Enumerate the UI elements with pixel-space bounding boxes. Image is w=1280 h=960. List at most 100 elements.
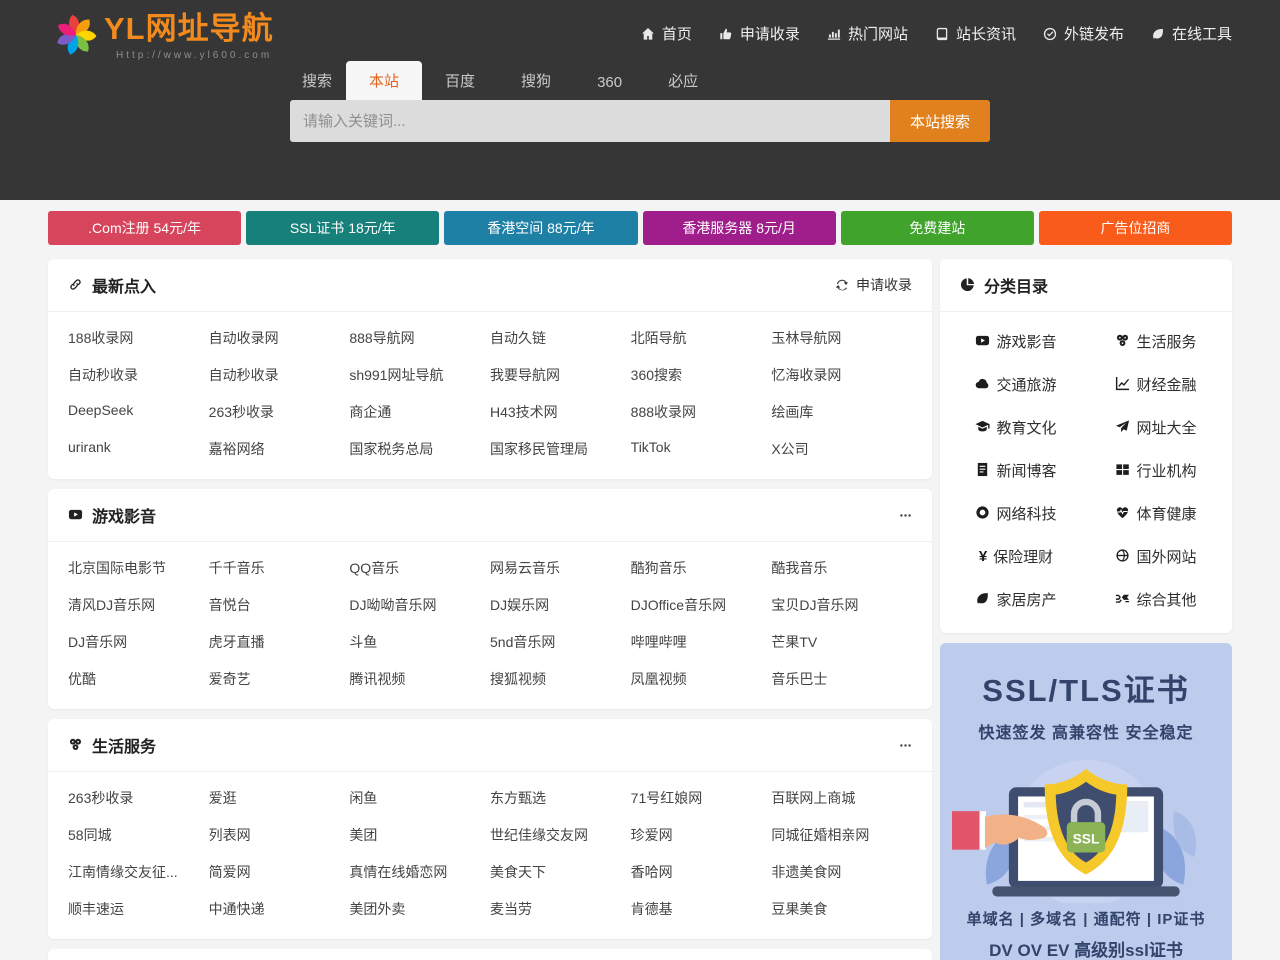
site-link[interactable]: 搜狐视频 <box>490 660 631 697</box>
category-item[interactable]: 综合其他 <box>1086 578 1226 621</box>
category-item[interactable]: 国外网站 <box>1086 535 1226 578</box>
site-link[interactable]: 5nd音乐网 <box>490 623 631 660</box>
promo-banner[interactable]: 广告位招商 <box>1039 211 1232 245</box>
site-link[interactable]: 71号红娘网 <box>631 779 772 816</box>
promo-banner[interactable]: SSL证书 18元/年 <box>246 211 439 245</box>
site-link[interactable]: 简爱网 <box>209 853 350 890</box>
site-link[interactable]: 360搜索 <box>631 356 772 393</box>
category-item[interactable]: 网络科技 <box>946 492 1086 535</box>
site-link[interactable]: TikTok <box>631 430 772 467</box>
site-link[interactable]: 世纪佳缘交友网 <box>490 816 631 853</box>
site-link[interactable]: 百联网上商城 <box>771 779 912 816</box>
site-link[interactable]: 优酷 <box>68 660 209 697</box>
site-link[interactable]: sh991网址导航 <box>349 356 490 393</box>
site-link[interactable]: 自动收录网 <box>209 319 350 356</box>
site-link[interactable]: 网易云音乐 <box>490 549 631 586</box>
site-link[interactable]: 美团 <box>349 816 490 853</box>
site-search-button[interactable]: 本站搜索 <box>890 100 990 142</box>
site-link[interactable]: 香哈网 <box>631 853 772 890</box>
site-link[interactable]: 美食天下 <box>490 853 631 890</box>
site-link[interactable]: 忆海收录网 <box>771 356 912 393</box>
site-link[interactable]: 清风DJ音乐网 <box>68 586 209 623</box>
tab-bing[interactable]: 必应 <box>645 61 721 100</box>
site-link[interactable]: 自动秒收录 <box>68 356 209 393</box>
site-link[interactable]: DJ娱乐网 <box>490 586 631 623</box>
site-link[interactable]: 珍爱网 <box>631 816 772 853</box>
nav-item[interactable]: 首页 <box>641 23 692 44</box>
apply-inclusion-link[interactable]: 申请收录 <box>835 275 912 295</box>
category-item[interactable]: 交通旅游 <box>946 363 1086 406</box>
site-link[interactable]: 58同城 <box>68 816 209 853</box>
site-logo[interactable]: YL网址导航 Http://www.yl600.com <box>50 9 274 61</box>
site-link[interactable]: QQ音乐 <box>349 549 490 586</box>
nav-item[interactable]: 热门网站 <box>827 23 908 44</box>
site-link[interactable]: 顺丰速运 <box>68 890 209 927</box>
category-item[interactable]: 游戏影音 <box>946 320 1086 363</box>
site-link[interactable]: X公司 <box>771 430 912 467</box>
site-link[interactable]: 东方甄选 <box>490 779 631 816</box>
site-link[interactable]: 列表网 <box>209 816 350 853</box>
site-link[interactable]: 嘉裕网络 <box>209 430 350 467</box>
site-link[interactable]: 凤凰视频 <box>631 660 772 697</box>
tab-sogou[interactable]: 搜狗 <box>498 61 574 100</box>
site-link[interactable]: 自动久链 <box>490 319 631 356</box>
site-link[interactable]: 麦当劳 <box>490 890 631 927</box>
site-link[interactable]: 虎牙直播 <box>209 623 350 660</box>
site-link[interactable]: 188收录网 <box>68 319 209 356</box>
site-link[interactable]: 腾讯视频 <box>349 660 490 697</box>
site-link[interactable]: 哔哩哔哩 <box>631 623 772 660</box>
category-item[interactable]: ¥ 保险理财 <box>946 535 1086 578</box>
site-link[interactable]: 爱奇艺 <box>209 660 350 697</box>
site-link[interactable]: 263秒收录 <box>68 779 209 816</box>
promo-banner[interactable]: 香港空间 88元/年 <box>444 211 637 245</box>
site-link[interactable]: 芒果TV <box>771 623 912 660</box>
site-link[interactable]: 音悦台 <box>209 586 350 623</box>
ssl-ad-banner[interactable]: SSL/TLS证书 快速签发 高兼容性 安全稳定 SSL <box>940 643 1232 960</box>
site-link[interactable]: 斗鱼 <box>349 623 490 660</box>
site-link[interactable]: 酷狗音乐 <box>631 549 772 586</box>
site-link[interactable]: 商企通 <box>349 393 490 430</box>
site-link[interactable]: urirank <box>68 430 209 467</box>
site-link[interactable]: 北陌导航 <box>631 319 772 356</box>
site-link[interactable]: 国家税务总局 <box>349 430 490 467</box>
site-link[interactable]: 263秒收录 <box>209 393 350 430</box>
site-link[interactable]: 非遗美食网 <box>771 853 912 890</box>
site-link[interactable]: 肯德基 <box>631 890 772 927</box>
site-link[interactable]: 我要导航网 <box>490 356 631 393</box>
search-input[interactable] <box>290 100 890 142</box>
nav-item[interactable]: 在线工具 <box>1151 23 1232 44</box>
category-item[interactable]: 体育健康 <box>1086 492 1226 535</box>
nav-item[interactable]: 外链发布 <box>1043 23 1124 44</box>
site-link[interactable]: 宝贝DJ音乐网 <box>771 586 912 623</box>
site-link[interactable]: 同城征婚相亲网 <box>771 816 912 853</box>
category-item[interactable]: 网址大全 <box>1086 406 1226 449</box>
site-link[interactable]: 美团外卖 <box>349 890 490 927</box>
site-link[interactable]: 真情在线婚恋网 <box>349 853 490 890</box>
site-link[interactable]: 千千音乐 <box>209 549 350 586</box>
more-button[interactable] <box>899 509 912 522</box>
site-link[interactable]: 自动秒收录 <box>209 356 350 393</box>
site-link[interactable]: DJ音乐网 <box>68 623 209 660</box>
category-item[interactable]: 财经金融 <box>1086 363 1226 406</box>
site-link[interactable]: 888导航网 <box>349 319 490 356</box>
promo-banner[interactable]: 香港服务器 8元/月 <box>643 211 836 245</box>
site-link[interactable]: 江南情缘交友征... <box>68 853 209 890</box>
site-link[interactable]: 玉林导航网 <box>771 319 912 356</box>
more-button[interactable] <box>899 739 912 752</box>
site-link[interactable]: 音乐巴士 <box>771 660 912 697</box>
promo-banner[interactable]: .Com注册 54元/年 <box>48 211 241 245</box>
site-link[interactable]: DJ呦呦音乐网 <box>349 586 490 623</box>
site-link[interactable]: 888收录网 <box>631 393 772 430</box>
category-item[interactable]: 教育文化 <box>946 406 1086 449</box>
site-link[interactable]: DeepSeek <box>68 393 209 430</box>
site-link[interactable]: 豆果美食 <box>771 890 912 927</box>
site-link[interactable]: 中通快递 <box>209 890 350 927</box>
site-link[interactable]: H43技术网 <box>490 393 631 430</box>
site-link[interactable]: 闲鱼 <box>349 779 490 816</box>
site-link[interactable]: DJOffice音乐网 <box>631 586 772 623</box>
site-link[interactable]: 北京国际电影节 <box>68 549 209 586</box>
category-item[interactable]: 生活服务 <box>1086 320 1226 363</box>
tab-site[interactable]: 本站 <box>346 61 422 100</box>
tab-baidu[interactable]: 百度 <box>422 61 498 100</box>
site-link[interactable]: 绘画库 <box>771 393 912 430</box>
